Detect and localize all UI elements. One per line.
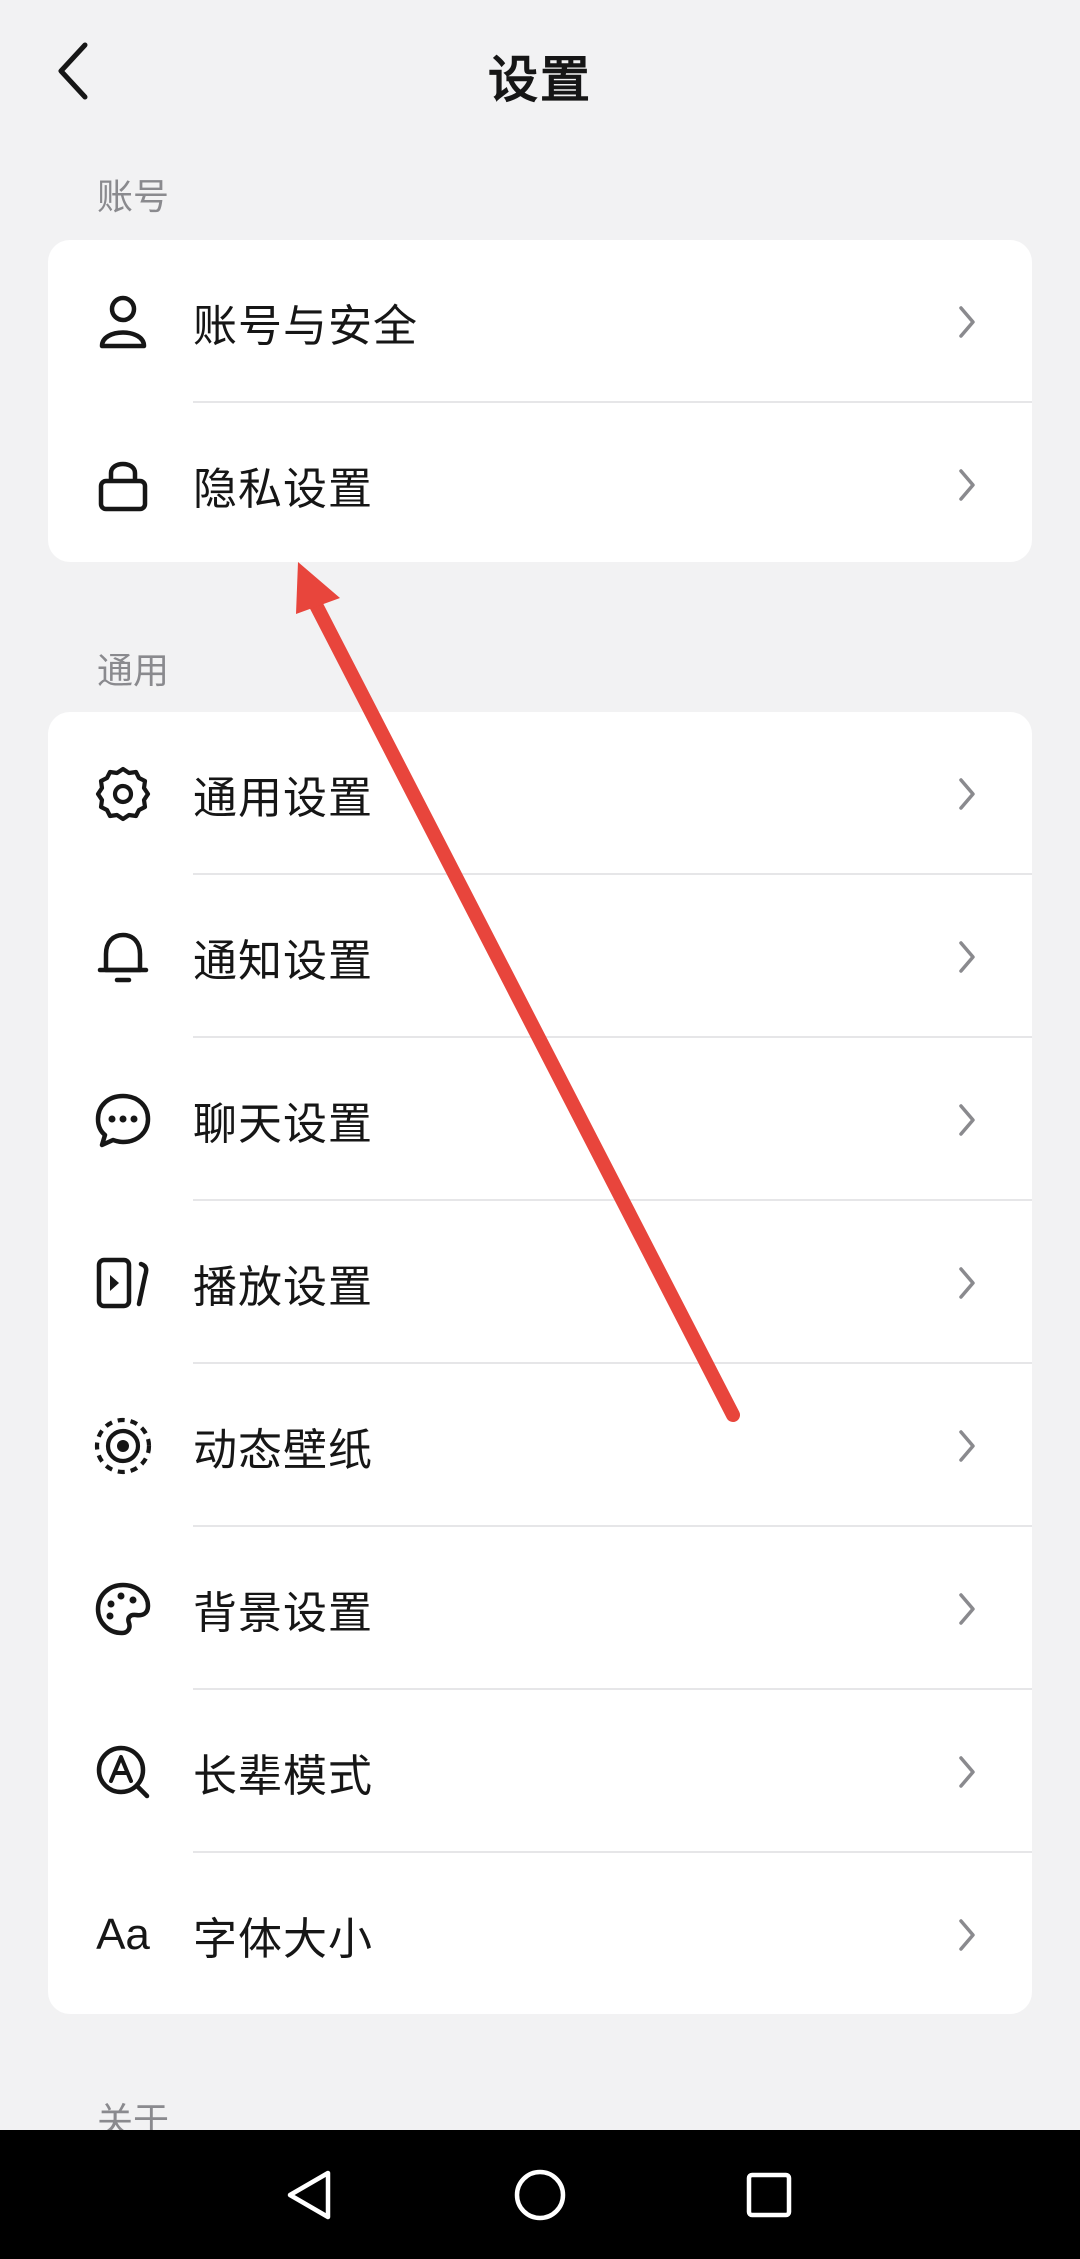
- row-label: 通用设置: [193, 772, 373, 824]
- user-icon: [93, 292, 153, 352]
- row-label: 账号与安全: [193, 300, 418, 352]
- section-label-general: 通用: [97, 651, 170, 692]
- circle-home-icon: [514, 2169, 566, 2221]
- row-privacy-settings[interactable]: 隐私设置: [48, 403, 1032, 562]
- row-elder-mode[interactable]: 长辈模式: [48, 1690, 1032, 1853]
- page-title: 设置: [488, 51, 592, 109]
- bell-icon: [93, 927, 153, 987]
- lock-icon: [93, 455, 153, 515]
- row-label: 隐私设置: [193, 463, 373, 515]
- row-live-wallpaper[interactable]: 动态壁纸: [48, 1364, 1032, 1527]
- font-size-icon: Aa: [96, 1909, 150, 1959]
- chevron-right-icon: [952, 1915, 982, 1955]
- chat-bubble-icon: [93, 1090, 153, 1150]
- chevron-right-icon: [952, 937, 982, 977]
- nav-recents-button[interactable]: [724, 2150, 814, 2240]
- chevron-right-icon: [952, 302, 982, 342]
- row-general-settings[interactable]: 通用设置: [48, 712, 1032, 875]
- chevron-right-icon: [952, 774, 982, 814]
- square-recents-icon: [746, 2172, 792, 2218]
- section-label-account: 账号: [97, 177, 170, 218]
- chevron-right-icon: [952, 465, 982, 505]
- nav-back-button[interactable]: [265, 2150, 355, 2240]
- triangle-back-icon: [287, 2170, 331, 2220]
- chevron-right-icon: [952, 1752, 982, 1792]
- chevron-right-icon: [952, 1100, 982, 1140]
- chevron-right-icon: [952, 1589, 982, 1629]
- row-notification-settings[interactable]: 通知设置: [48, 875, 1032, 1038]
- row-font-size[interactable]: Aa 字体大小: [48, 1853, 1032, 2014]
- nav-home-button[interactable]: [495, 2150, 585, 2240]
- system-navigation-bar: [0, 2130, 1080, 2259]
- row-label: 通知设置: [193, 935, 373, 987]
- gear-icon: [93, 764, 153, 824]
- row-label: 长辈模式: [193, 1750, 373, 1802]
- header: 设置: [0, 0, 1080, 150]
- row-label: 动态壁纸: [193, 1424, 373, 1476]
- row-background-settings[interactable]: 背景设置: [48, 1527, 1032, 1690]
- play-icon: [93, 1253, 153, 1313]
- chevron-right-icon: [952, 1426, 982, 1466]
- row-label: 字体大小: [193, 1913, 373, 1965]
- row-label: 背景设置: [193, 1587, 373, 1639]
- palette-icon: [93, 1579, 153, 1639]
- row-chat-settings[interactable]: 聊天设置: [48, 1038, 1032, 1201]
- row-account-security[interactable]: 账号与安全: [48, 240, 1032, 403]
- row-playback-settings[interactable]: 播放设置: [48, 1201, 1032, 1364]
- row-label: 播放设置: [193, 1261, 373, 1313]
- elder-mode-icon: [93, 1742, 153, 1802]
- live-wallpaper-icon: [93, 1416, 153, 1476]
- account-card: 账号与安全 隐私设置: [48, 240, 1032, 562]
- general-card: 通用设置 通知设置 聊天设置 播放设置 动态壁纸 背景设置 长辈模式 Aa 字体…: [48, 712, 1032, 2014]
- row-label: 聊天设置: [193, 1098, 373, 1150]
- chevron-right-icon: [952, 1263, 982, 1303]
